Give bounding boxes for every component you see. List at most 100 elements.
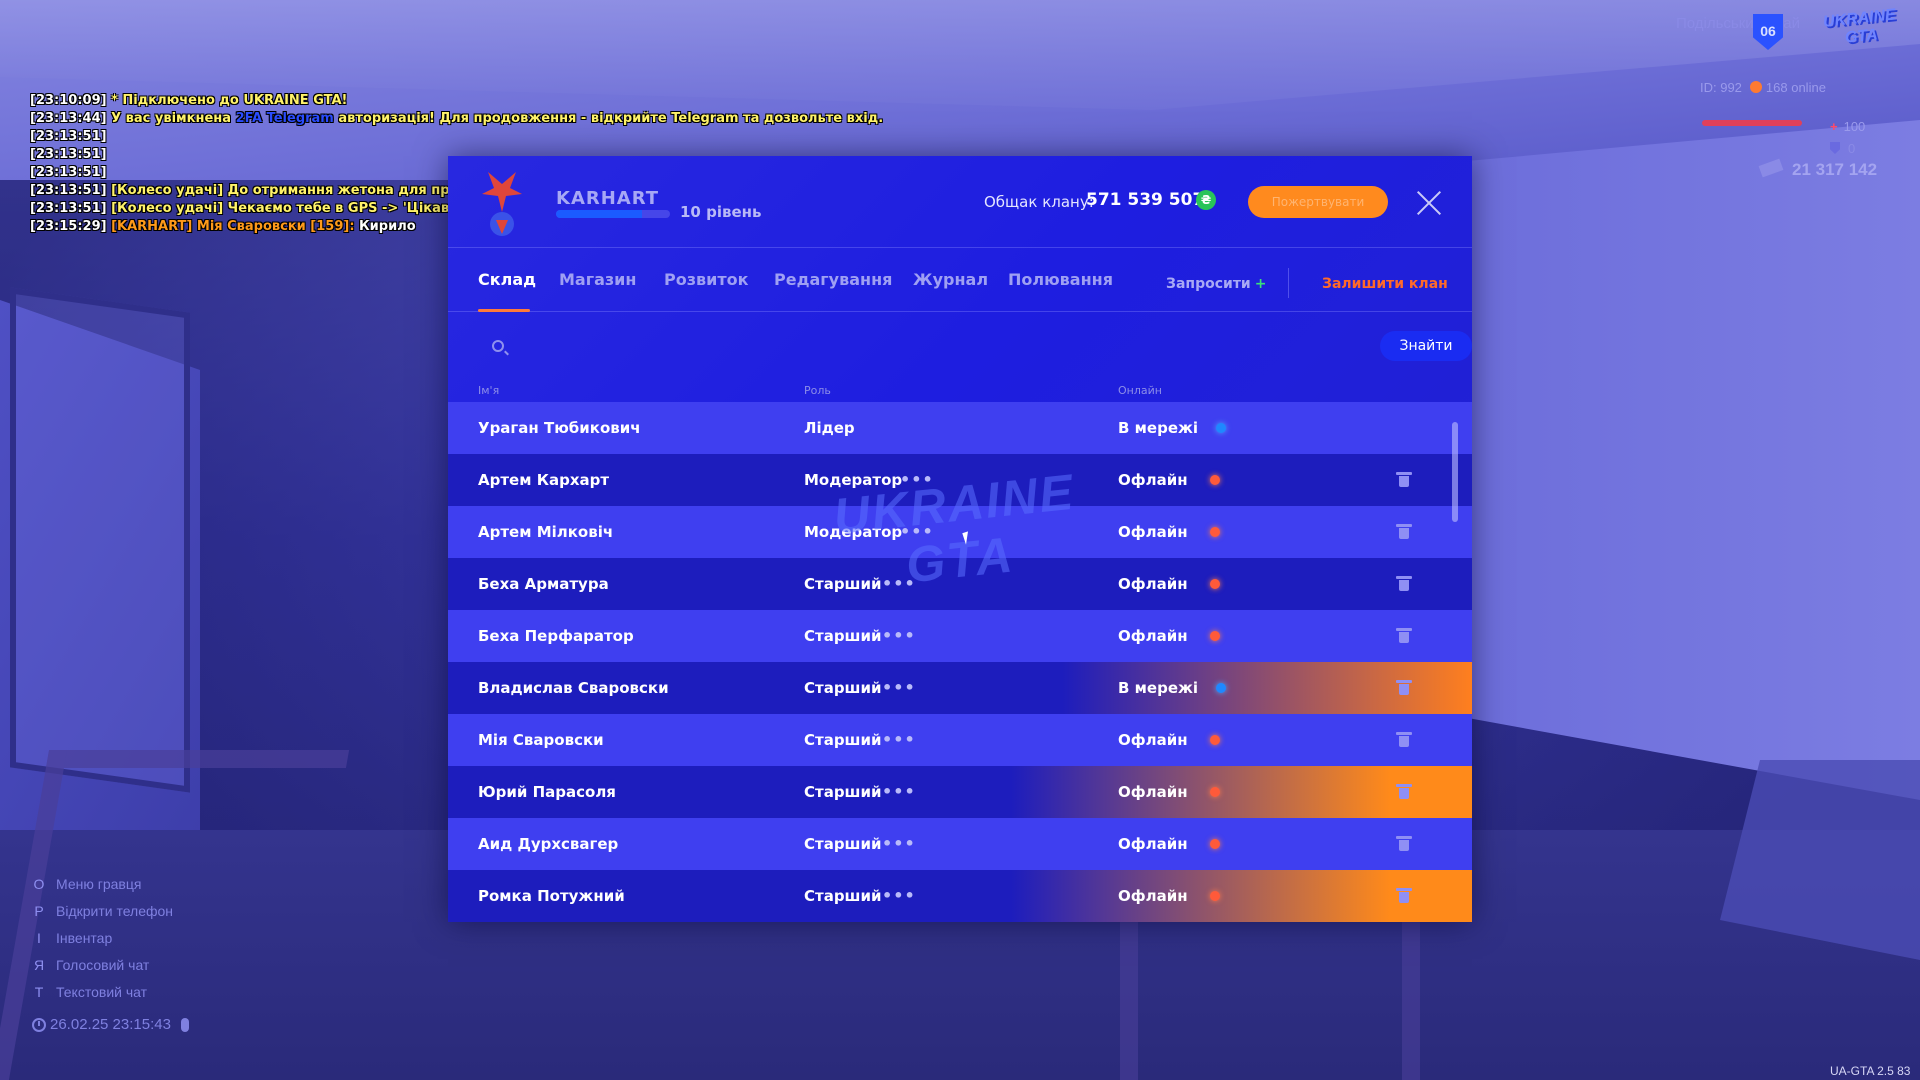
more-options-icon[interactable]: ••• [882, 784, 916, 800]
chat-text: * Підключено до UKRAINE GTA! [106, 93, 348, 108]
online-count: 168 online [1765, 80, 1826, 95]
member-name: Ураган Тюбикович [478, 419, 641, 437]
clan-logo-icon [482, 172, 522, 236]
search-input[interactable] [518, 332, 1278, 362]
offline-status-icon [1210, 839, 1220, 849]
search-bar: Знайти [478, 328, 1472, 368]
member-role: Старший [804, 835, 882, 853]
table-scrollbar[interactable] [1452, 422, 1458, 522]
chat-timestamp: [23:10:09] [30, 93, 107, 108]
member-row[interactable]: Аид Дурхсвагер Старший ••• Офлайн [448, 818, 1472, 870]
offline-status-icon [1210, 527, 1220, 537]
member-role: Старший [804, 887, 882, 905]
chat-line: [23:13:51] [30, 128, 883, 146]
chat-timestamp: [23:13:44] [30, 111, 107, 126]
member-status: Офлайн [1118, 835, 1188, 853]
tab-sklad[interactable]: Склад [478, 270, 536, 289]
member-name: Беха Перфаратор [478, 627, 634, 645]
search-button[interactable]: Знайти [1380, 331, 1472, 361]
microphone-icon [180, 1017, 189, 1032]
more-options-icon[interactable]: ••• [900, 524, 934, 540]
server-logo: UKRAINE GTA [1822, 6, 1897, 47]
invite-button[interactable]: Запросити + [1166, 276, 1266, 292]
more-options-icon[interactable]: ••• [882, 732, 916, 748]
chat-line: [23:13:44] У вас увімкнена 2FA Telegram … [30, 110, 883, 128]
more-options-icon[interactable]: ••• [882, 836, 916, 852]
trash-can [1399, 476, 1409, 487]
member-name: Беха Арматура [478, 575, 609, 593]
trash-icon[interactable] [1396, 524, 1412, 539]
clan-header: KARHART 10 рівень Общак клану: 571 539 5… [448, 156, 1472, 248]
member-name: Артем Кархарт [478, 471, 610, 489]
more-options-icon[interactable]: ••• [882, 628, 916, 644]
member-row[interactable]: Артем Кархарт Модератор ••• Офлайн [448, 454, 1472, 506]
balance-value: 571 539 507 [1086, 190, 1205, 210]
tab-development[interactable]: Розвиток [664, 270, 748, 289]
tab-editing[interactable]: Редагування [774, 270, 892, 289]
donate-button[interactable]: Пожертвувати [1248, 186, 1388, 218]
cash-icon [1758, 158, 1784, 178]
trash-icon[interactable] [1396, 472, 1412, 487]
chat-text: авторизація! Для продовження - відкрийте… [333, 111, 884, 126]
hint-key: Я [33, 956, 45, 973]
background-window [10, 287, 190, 793]
trash-icon[interactable] [1396, 784, 1412, 799]
member-status: В мережі [1118, 679, 1199, 697]
trash-lid [1396, 680, 1412, 683]
trash-icon[interactable] [1396, 836, 1412, 851]
trash-icon[interactable] [1396, 628, 1412, 643]
health-value-row: +100 [1830, 119, 1865, 134]
tab-hunting[interactable]: Полювання [1008, 270, 1113, 289]
trash-lid [1396, 524, 1412, 527]
member-row[interactable]: Мія Сваровски Старший ••• Офлайн [448, 714, 1472, 766]
member-row[interactable]: Владислав Сваровски Старший ••• В мережі [448, 662, 1472, 714]
key-hint: I Інвентар [30, 924, 173, 951]
member-row[interactable]: Юрий Парасоля Старший ••• Офлайн [448, 766, 1472, 818]
member-row[interactable]: Ураган Тюбикович Лідер В мережі [448, 402, 1472, 454]
chat-text: [KARHART] Мія Сваровски [159]: [106, 219, 355, 234]
chat-timestamp: [23:13:51] [30, 201, 107, 216]
member-row[interactable]: Беха Перфаратор Старший ••• Офлайн [448, 610, 1472, 662]
member-row[interactable]: Ромка Потужний Старший ••• Офлайн [448, 870, 1472, 922]
plus-icon: + [1254, 276, 1267, 292]
clan-name: KARHART [556, 188, 660, 209]
hint-label: Меню гравця [56, 875, 142, 892]
trash-lid [1396, 888, 1412, 891]
tab-journal[interactable]: Журнал [913, 270, 988, 289]
more-options-icon[interactable]: ••• [882, 888, 916, 904]
search-icon [492, 340, 504, 352]
more-options-icon[interactable]: ••• [882, 576, 916, 592]
hint-key: T [34, 983, 44, 1000]
member-role: Модератор [804, 471, 903, 489]
trash-can [1399, 892, 1409, 903]
trash-can [1399, 528, 1409, 539]
close-icon[interactable] [1416, 190, 1442, 216]
version-label: UA-GTA 2.5 83 [1830, 1064, 1911, 1078]
level-progress-bar [556, 210, 670, 218]
tab-shop[interactable]: Магазин [559, 270, 636, 289]
hint-label: Відкрити телефон [56, 902, 174, 919]
trash-icon[interactable] [1396, 888, 1412, 903]
trash-lid [1396, 836, 1412, 839]
column-header-name: Ім'я [478, 384, 500, 397]
member-row[interactable]: Артем Мілковіч Модератор ••• Офлайн [448, 506, 1472, 558]
hint-key: O [33, 875, 45, 892]
trash-icon[interactable] [1396, 732, 1412, 747]
column-header-role: Роль [804, 384, 831, 397]
more-options-icon[interactable]: ••• [882, 680, 916, 696]
member-row[interactable]: Беха Арматура Старший ••• Офлайн [448, 558, 1472, 610]
chat-line: [23:10:09] * Підключено до UKRAINE GTA! [30, 92, 883, 110]
trash-icon[interactable] [1396, 576, 1412, 591]
chat-timestamp: [23:15:29] [30, 219, 107, 234]
armor-icon [1830, 142, 1840, 154]
offline-status-icon [1210, 891, 1220, 901]
member-status: Офлайн [1118, 783, 1188, 801]
armor-value-row: 0 [1830, 141, 1855, 156]
leave-clan-button[interactable]: Залишити клан [1322, 276, 1448, 292]
trash-icon[interactable] [1396, 680, 1412, 695]
level-progress-fill [556, 210, 642, 218]
member-name: Владислав Сваровски [478, 679, 669, 697]
datetime: 26.02.25 23:15:43 [50, 1016, 171, 1033]
more-options-icon[interactable]: ••• [900, 472, 934, 488]
offline-status-icon [1210, 787, 1220, 797]
